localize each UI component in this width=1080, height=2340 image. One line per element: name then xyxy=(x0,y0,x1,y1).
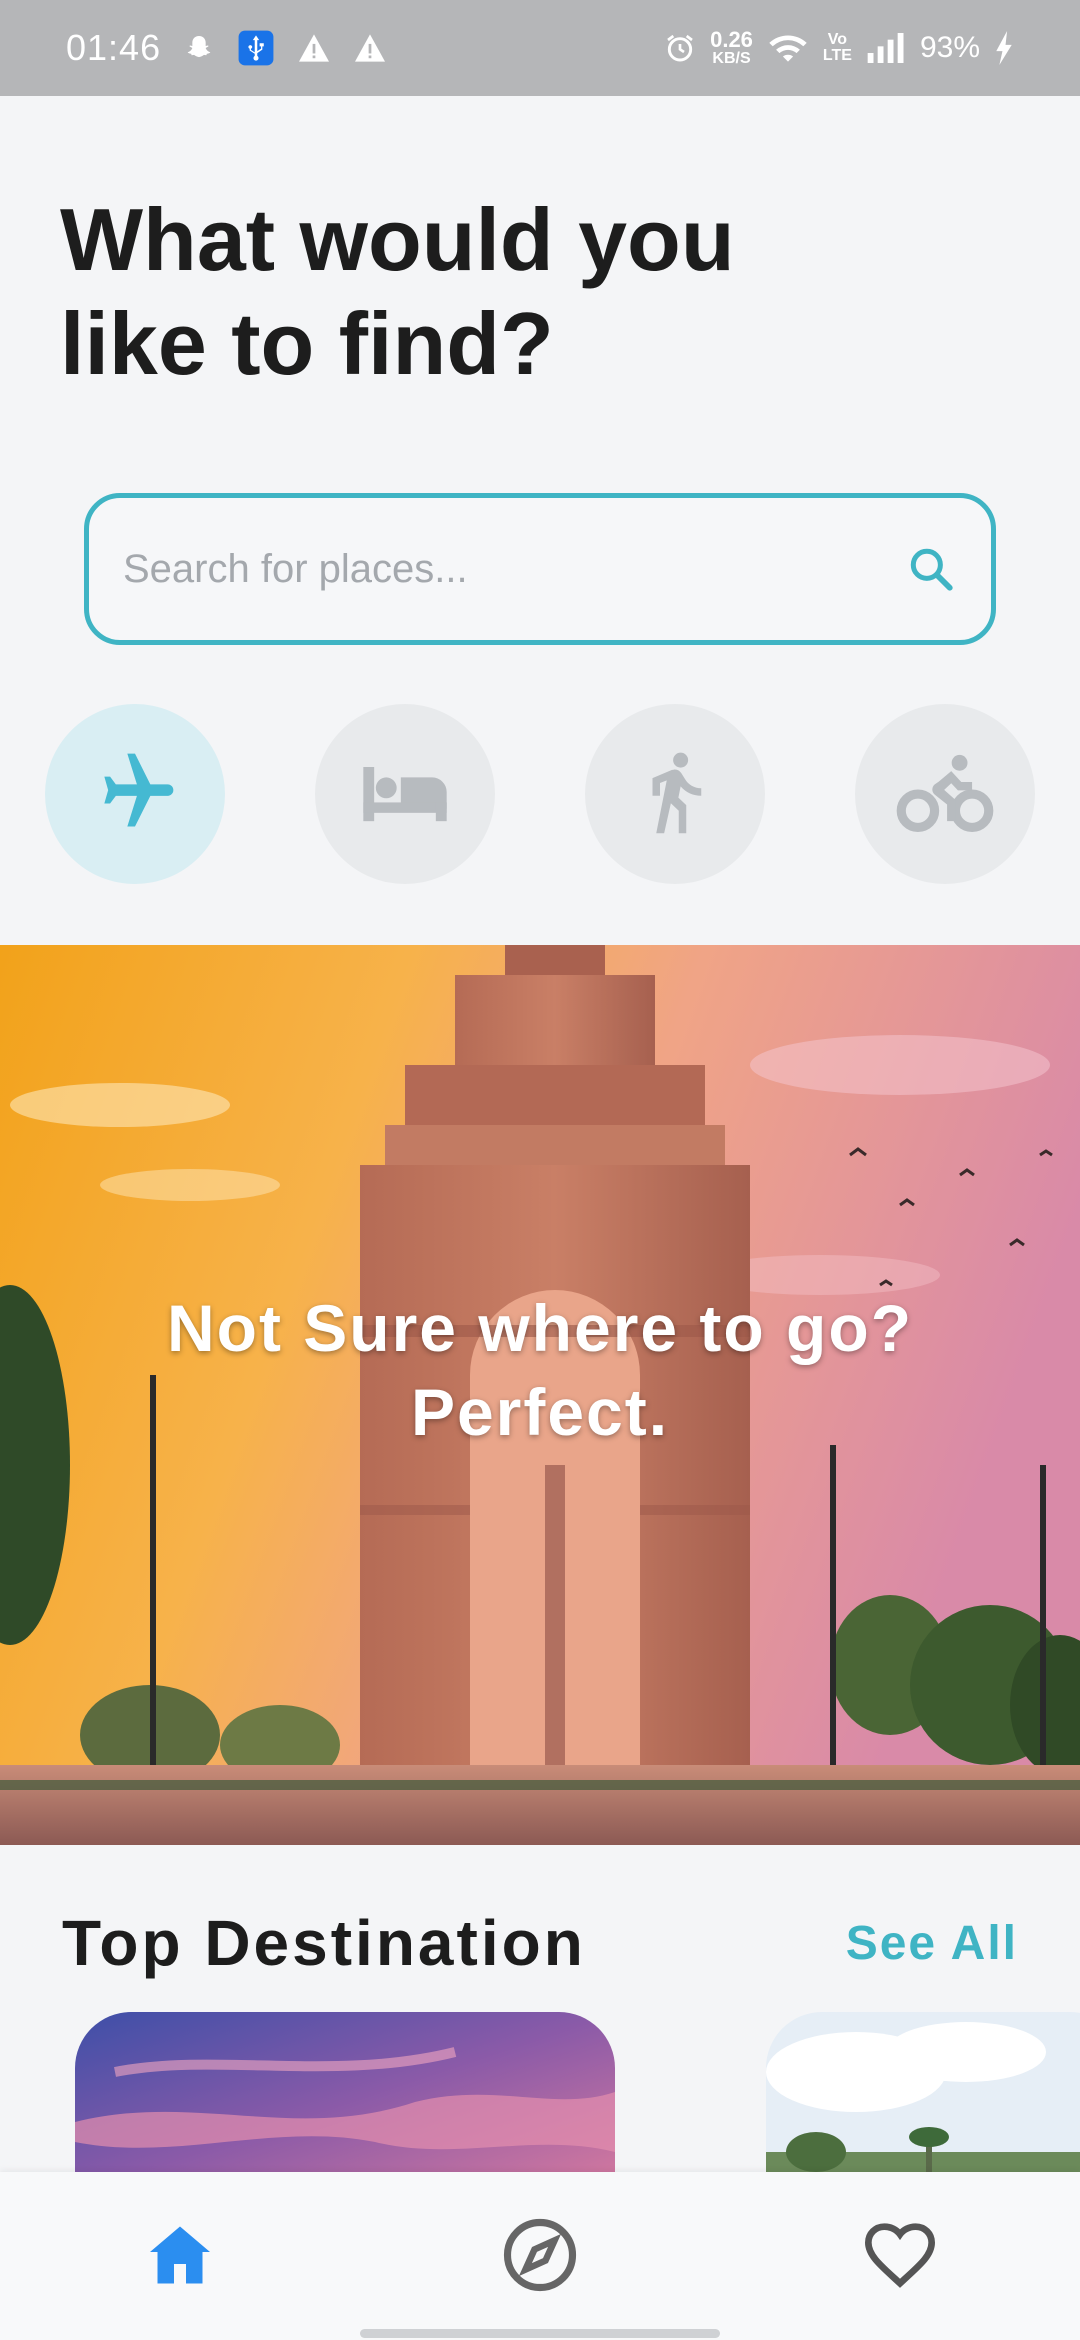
hero-caption-line-1: Not Sure where to go? xyxy=(166,1291,914,1365)
status-right: 0.26 KB/S Vo LTE 93% xyxy=(664,29,1014,67)
status-left: 01:46 xyxy=(66,27,387,69)
category-walking[interactable] xyxy=(585,704,765,884)
category-selector xyxy=(0,704,1080,886)
nav-explore[interactable] xyxy=(495,2212,585,2302)
destination-card[interactable] xyxy=(75,2012,615,2192)
signal-icon xyxy=(866,33,906,63)
page-title-line-1: What would you xyxy=(60,190,735,289)
wifi-icon xyxy=(767,31,809,65)
category-hotels[interactable] xyxy=(315,704,495,884)
page-title: What would you like to find? xyxy=(60,188,860,396)
home-icon xyxy=(144,2219,216,2296)
bed-icon xyxy=(355,742,455,847)
network-speed: 0.26 KB/S xyxy=(710,29,753,67)
battery-level: 93% xyxy=(919,31,980,64)
bottom-navigation xyxy=(0,2172,1080,2340)
network-speed-unit: KB/S xyxy=(712,50,751,67)
see-all-link[interactable]: See All xyxy=(846,1916,1018,1971)
hero-caption-line-2: Perfect. xyxy=(410,1375,670,1449)
volte-indicator: Vo LTE xyxy=(823,32,852,64)
hero-caption: Not Sure where to go? Perfect. xyxy=(0,945,1080,1845)
volte-bottom: LTE xyxy=(822,47,852,64)
page-title-line-2: like to find? xyxy=(60,294,554,393)
hero-banner[interactable]: Not Sure where to go? Perfect. xyxy=(0,945,1080,1845)
airplane-icon xyxy=(89,746,181,843)
volte-top: Vo xyxy=(827,31,848,48)
network-speed-value: 0.26 xyxy=(710,27,753,52)
charging-icon xyxy=(994,31,1014,65)
section-title-top-destination: Top Destination xyxy=(62,1907,586,1979)
nav-home[interactable] xyxy=(135,2212,225,2302)
gesture-handle[interactable] xyxy=(360,2329,720,2338)
usb-icon xyxy=(237,29,275,67)
bicycle-icon xyxy=(895,742,995,847)
category-flights[interactable] xyxy=(45,704,225,884)
search-icon[interactable] xyxy=(903,541,959,597)
alarm-icon xyxy=(664,32,696,64)
destination-card[interactable] xyxy=(766,2012,1080,2192)
compass-icon xyxy=(501,2216,579,2299)
status-bar: 01:46 0.26 KB/S Vo LTE 93% xyxy=(0,0,1080,96)
search-input[interactable] xyxy=(123,546,903,592)
walking-icon xyxy=(630,747,720,842)
warning-icon xyxy=(297,33,331,63)
nav-favorites[interactable] xyxy=(855,2212,945,2302)
warning-icon xyxy=(353,33,387,63)
destination-card-image xyxy=(766,2012,1080,2192)
status-time: 01:46 xyxy=(66,27,162,68)
search-box[interactable] xyxy=(84,493,996,645)
category-biking[interactable] xyxy=(855,704,1035,884)
destination-card-image xyxy=(75,2012,615,2192)
snapchat-icon xyxy=(183,32,215,64)
heart-icon xyxy=(860,2215,940,2300)
